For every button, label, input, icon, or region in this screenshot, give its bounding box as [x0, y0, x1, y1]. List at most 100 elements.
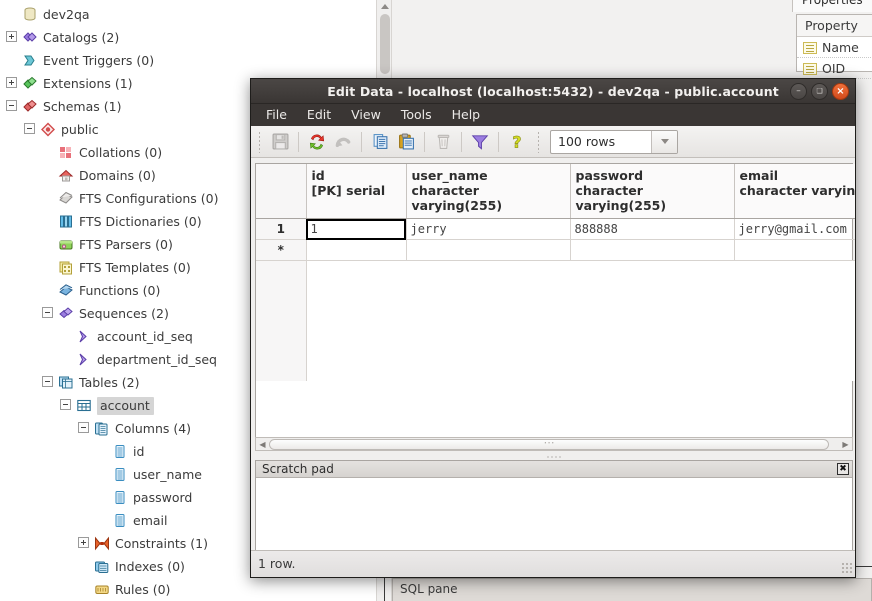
tree-item-extensions-1[interactable]: Extensions (1) [0, 71, 133, 94]
tree-item-dev2qa[interactable]: dev2qa [0, 2, 90, 25]
tree-item-email[interactable]: email [0, 508, 167, 531]
cell-user_name[interactable] [406, 239, 571, 261]
tree-item-id[interactable]: id [0, 439, 144, 462]
dialog-menubar[interactable]: File Edit View Tools Help [251, 104, 855, 126]
tree-item-label: Schemas (1) [43, 99, 122, 114]
menu-file[interactable]: File [257, 105, 296, 125]
collapse-icon[interactable] [24, 123, 35, 134]
dialog-titlebar[interactable]: Edit Data - localhost (localhost:5432) -… [251, 79, 855, 104]
grid-horizontal-scrollbar[interactable]: ◀ ▶ [255, 437, 853, 451]
toolbar-grip[interactable] [257, 130, 263, 153]
tree-item-rules-0[interactable]: Rules (0) [0, 577, 170, 600]
row-header-new[interactable]: * [256, 239, 307, 261]
table-row[interactable]: Name account [797, 37, 872, 58]
tree-item-sequences-2[interactable]: Sequences (2) [0, 301, 169, 324]
menu-help[interactable]: Help [443, 105, 490, 125]
expand-icon[interactable] [6, 77, 17, 88]
collapse-icon[interactable] [78, 422, 89, 433]
tree-item-domains-0[interactable]: Domains (0) [0, 163, 156, 186]
hscroll-thumb[interactable] [269, 438, 829, 450]
tree-item-tables-2[interactable]: Tables (2) [0, 370, 140, 393]
tree-item-functions-0[interactable]: Functions (0) [0, 278, 160, 301]
sql-pane-title: SQL pane [392, 578, 872, 601]
minimize-button[interactable]: – [790, 83, 807, 100]
indexes-icon [94, 558, 110, 573]
tree-item-account-id-seq[interactable]: account_id_seq [0, 324, 193, 347]
refresh-button[interactable] [304, 130, 330, 154]
tree-item-password[interactable]: password [0, 485, 192, 508]
cell-email[interactable]: jerry@gmail.com [734, 218, 855, 240]
copy-button[interactable] [367, 130, 393, 154]
collapse-icon[interactable] [42, 376, 53, 387]
tree-item-account[interactable]: account [0, 393, 154, 416]
cell-password[interactable] [570, 239, 735, 261]
delete-button[interactable] [430, 130, 456, 154]
expand-icon[interactable] [78, 537, 89, 548]
column-header-email[interactable]: email character varying(25 [734, 164, 855, 219]
pane-splitter[interactable] [255, 453, 853, 460]
undo-button[interactable] [330, 130, 356, 154]
tree-item-collations-0[interactable]: Collations (0) [0, 140, 162, 163]
tree-item-columns-4[interactable]: Columns (4) [0, 416, 191, 439]
close-button[interactable]: × [832, 83, 849, 100]
cell-id[interactable]: 1 [306, 218, 407, 240]
tree-item-fts-configurations-0[interactable]: FTS Configurations (0) [0, 186, 218, 209]
help-button[interactable]: ? [504, 130, 530, 154]
tab-properties[interactable]: Properties [792, 0, 872, 12]
hscroll-track[interactable] [269, 438, 839, 450]
row-limit-value[interactable]: 100 rows [551, 131, 651, 153]
tree-item-schemas-1[interactable]: Schemas (1) [0, 94, 121, 117]
tree-item-event-triggers-0[interactable]: Event Triggers (0) [0, 48, 154, 71]
grid-corner-header[interactable] [256, 164, 307, 219]
cell-id[interactable] [306, 239, 407, 261]
cell-user_name[interactable]: jerry [406, 218, 571, 240]
edit-data-dialog[interactable]: Edit Data - localhost (localhost:5432) -… [250, 78, 856, 578]
table-row[interactable]: OID 16432 [797, 58, 872, 79]
row-limit-dropdown-button[interactable] [651, 130, 677, 153]
tree-item-catalogs-2[interactable]: Catalogs (2) [0, 25, 119, 48]
column-header-password[interactable]: password character varying(255) [570, 164, 735, 219]
dialog-toolbar[interactable]: ? 100 rows [251, 126, 855, 158]
tree-item-constraints-1[interactable]: Constraints (1) [0, 531, 208, 554]
menu-edit[interactable]: Edit [298, 105, 340, 125]
column-header-user_name[interactable]: user_name character varying(255) [406, 164, 571, 219]
scroll-up-arrow-icon[interactable] [381, 4, 389, 9]
table-row-new[interactable]: * [256, 239, 855, 261]
data-grid[interactable]: id [PK] serial user_name character varyi… [255, 163, 855, 450]
cell-password[interactable]: 888888 [570, 218, 735, 240]
resize-grip[interactable] [841, 562, 853, 574]
paste-button[interactable] [393, 130, 419, 154]
maximize-button[interactable]: ❑ [811, 83, 828, 100]
window-controls[interactable]: – ❑ × [790, 83, 849, 100]
collapse-icon[interactable] [6, 100, 17, 111]
tree-item-public[interactable]: public [0, 117, 99, 140]
tree-item-indexes-0[interactable]: Indexes (0) [0, 554, 185, 577]
collapse-icon[interactable] [42, 307, 53, 318]
row-header[interactable]: 1 [256, 218, 307, 240]
properties-grid[interactable]: Property Value Name account OID 16432 [796, 14, 872, 79]
column-header-id[interactable]: id [PK] serial [306, 164, 407, 219]
column-name: user_name [411, 168, 488, 183]
menu-tools[interactable]: Tools [392, 105, 441, 125]
tree-item-label: id [133, 444, 145, 459]
collapse-icon[interactable] [60, 399, 71, 410]
menu-view[interactable]: View [342, 105, 390, 125]
tree-item-fts-templates-0[interactable]: FTS Templates (0) [0, 255, 191, 278]
cell-email[interactable] [734, 239, 855, 261]
filter-button[interactable] [467, 130, 493, 154]
row-limit-combobox[interactable]: 100 rows [550, 129, 678, 154]
save-button[interactable] [267, 130, 293, 154]
scrollbar-thumb[interactable] [380, 14, 390, 74]
scratch-pad-close-button[interactable]: ✖ [837, 463, 849, 475]
toolbar-grip[interactable] [536, 130, 542, 153]
tree-item-user-name[interactable]: user_name [0, 462, 202, 485]
scroll-right-arrow-icon[interactable]: ▶ [839, 440, 852, 449]
data-grid-table[interactable]: id [PK] serial user_name character varyi… [256, 164, 855, 381]
tree-item-department-id-seq[interactable]: department_id_seq [0, 347, 217, 370]
properties-tabstrip[interactable]: PropertiesStatisticsDependenciesDependen… [792, 0, 872, 12]
tree-item-fts-parsers-0[interactable]: FTS Parsers (0) [0, 232, 173, 255]
scroll-left-arrow-icon[interactable]: ◀ [256, 440, 269, 449]
table-row[interactable]: 1 1 jerry 888888 jerry@gmail.com [256, 218, 855, 240]
expand-icon[interactable] [6, 31, 17, 42]
tree-item-fts-dictionaries-0[interactable]: FTS Dictionaries (0) [0, 209, 202, 232]
